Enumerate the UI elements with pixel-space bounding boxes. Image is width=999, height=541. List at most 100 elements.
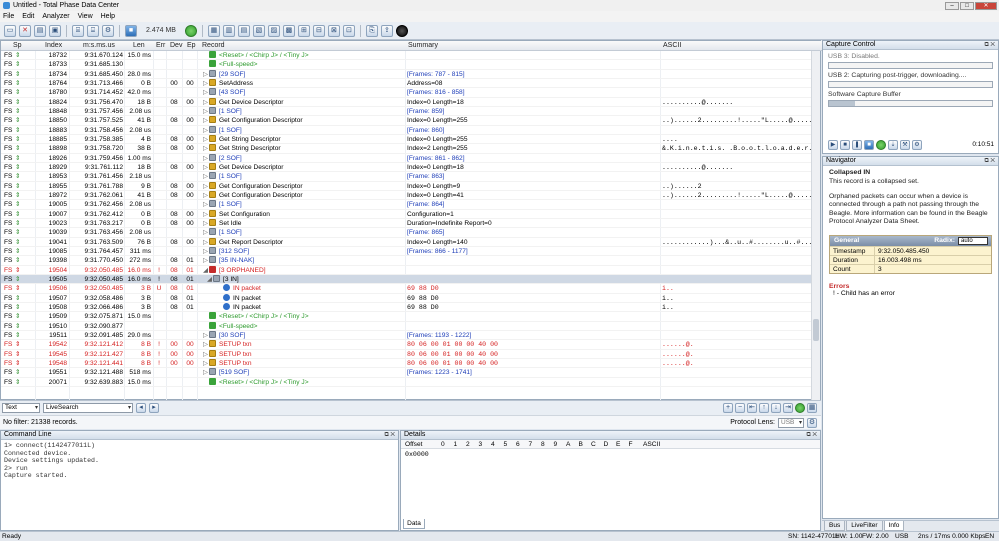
buffer-icon[interactable]: ■	[125, 24, 137, 37]
panel-buttons-icon[interactable]: ⧉ ✕	[384, 431, 395, 439]
table-row[interactable]: FS 18926 9:31.759.456 1.00 ms ⇕ ▷ [2 SOF] [Fram…	[1, 153, 812, 163]
livesearch-input[interactable]: LiveSearch	[43, 403, 133, 413]
config-icon[interactable]: ⌹	[87, 24, 99, 37]
menu-help[interactable]: Help	[101, 13, 115, 20]
export-icon[interactable]: ⇪	[380, 24, 393, 37]
first-icon[interactable]: ⇤	[747, 403, 757, 413]
tab-data[interactable]: Data	[403, 519, 425, 529]
open-icon[interactable]: ▤	[34, 24, 46, 37]
table-scrollbar[interactable]	[811, 51, 820, 401]
table-row[interactable]: FS 19506 9:32.050.485 3 B U 08 01 ⇕ IN packet 69 …	[1, 284, 812, 294]
table-row[interactable]: FS 18850 9:31.757.525 41 B 08 00 ⇕ ▷ Get Configu…	[1, 116, 812, 126]
collapse-icon[interactable]: −	[735, 403, 745, 413]
tab-bus[interactable]: Bus	[824, 521, 846, 531]
menu-file[interactable]: File	[3, 13, 14, 20]
scroll-thumb[interactable]	[813, 319, 819, 341]
panel-buttons-icon[interactable]: ⧉ ✕	[806, 431, 817, 439]
tools-icon[interactable]: ⚒	[900, 140, 910, 150]
device-icon[interactable]: ⌸	[72, 24, 84, 37]
protocol-lens-select[interactable]: USB	[778, 417, 804, 428]
table-row[interactable]: FS 18883 9:31.758.456 2.08 us ⇕ ▷ [1 SOF] [Fram…	[1, 125, 812, 135]
table-row[interactable]: FS 18929 9:31.761.112 18 B 08 00 ⇕ ▷ Get Device …	[1, 162, 812, 173]
expand-icon[interactable]: +	[723, 403, 733, 413]
sync-icon[interactable]	[795, 403, 805, 413]
table-row[interactable]: FS 18953 9:31.761.456 2.18 us ⇕ ▷ [1 SOF] [Fram…	[1, 172, 812, 182]
new-icon[interactable]: ▭	[4, 24, 16, 37]
table-row[interactable]: FS 18898 9:31.758.720 38 B 08 00 ⇕ ▷ Get String …	[1, 144, 812, 154]
menu-view[interactable]: View	[78, 13, 93, 20]
close-button[interactable]: ✕	[975, 1, 997, 10]
col-len[interactable]: Len	[133, 42, 145, 49]
table-row[interactable]: FS 19510 9:32.090.877 ⇕ <Full-speed>	[1, 321, 812, 331]
radix-select[interactable]: auto	[958, 237, 988, 246]
next-icon[interactable]: ↓	[771, 403, 781, 413]
col-err[interactable]: Err	[156, 42, 165, 49]
table-row[interactable]: FS 18885 9:31.758.385 4 B 08 00 ⇕ ▷ Get String D…	[1, 134, 812, 145]
table-row[interactable]: FS 19542 9:32.121.412 8 B! 00 00 ⇕ ▷ SETUP txn 80…	[1, 340, 812, 350]
table-row[interactable]: FS 19039 9:31.763.456 2.08 us ⇕ ▷ [1 SOF] [Fram…	[1, 228, 812, 238]
table-row[interactable]: FS 19398 9:31.770.450 272 ms 08 01 ⇕ ▷ [35 IN-NA…	[1, 256, 812, 266]
tab-info[interactable]: Info	[883, 521, 905, 531]
table-row[interactable]: FS 18733 9:31.685.130 ⇕ <Full-speed>	[1, 60, 812, 70]
menu-edit[interactable]: Edit	[22, 13, 34, 20]
table-row[interactable]: FS 18734 9:31.685.450 28.0 ms ⇕ ▷ [29 SOF] [Fra…	[1, 69, 812, 79]
table-row[interactable]: FS 19511 9:32.091.485 29.0 ms ⇕ ▷ [30 SOF] [Fra…	[1, 330, 812, 341]
table-row[interactable]: FS 19509 9:32.075.871 15.0 ms ⇕ <Reset> / <Ch…	[1, 312, 812, 322]
lens-settings-icon[interactable]: ⚙	[807, 417, 817, 428]
copy-icon[interactable]: ⎘	[365, 24, 378, 37]
minimize-button[interactable]: –	[945, 1, 959, 10]
menu-analyzer[interactable]: Analyzer	[42, 13, 69, 20]
command-output[interactable]: 1> connect(1142477011L) Connected device…	[1, 440, 398, 482]
last-icon[interactable]: ⇥	[783, 403, 793, 413]
table-row[interactable]: FS 19023 9:31.763.217 0 B 08 00 ⇕ ▷ Set Idle Dura…	[1, 218, 812, 229]
record-icon[interactable]: ■	[864, 140, 874, 150]
table-row[interactable]: FS 19005 9:31.762.456 2.08 us ⇕ ▷ [1 SOF] [Fram…	[1, 200, 812, 210]
close-file-icon[interactable]: ✕	[19, 24, 31, 37]
table-row[interactable]: FS 18848 9:31.757.456 2.08 us ⇕ ▷ [1 SOF] [Fram…	[1, 106, 812, 117]
table-row[interactable]: FS 20071 9:32.639.883 15.0 ms ⇕ <Reset> / <Ch…	[1, 377, 812, 387]
play-icon[interactable]: ▶	[828, 140, 838, 150]
pause-icon[interactable]: ❚	[852, 140, 862, 150]
col-summary[interactable]: Summary	[408, 42, 438, 49]
download-icon[interactable]: ⇣	[888, 140, 898, 150]
save-icon[interactable]: ▣	[49, 24, 61, 37]
maximize-button[interactable]: □	[960, 1, 974, 10]
options-icon[interactable]: ▦	[807, 403, 817, 413]
table-row[interactable]: FS 18732 9:31.670.124 15.0 ms ⇕ <Reset> / <Ch…	[1, 51, 812, 61]
table-row[interactable]: FS 19548 9:32.121.441 8 B! 00 00 ⇕ ▷ SETUP txn 80…	[1, 358, 812, 369]
config-icon[interactable]: ⚙	[912, 140, 922, 150]
view-4-icon[interactable]: ▧	[252, 24, 265, 37]
table-row[interactable]: FS 18955 9:31.761.788 9 B 08 00 ⇕ ▷ Get Configur…	[1, 181, 812, 191]
record-rows[interactable]: FS 18732 9:31.670.124 15.0 ms ⇕ <Reset> / <Ch…	[1, 51, 812, 401]
panel-buttons-icon[interactable]: ⧉ ✕	[984, 41, 995, 49]
table-row[interactable]: FS 19505 9:32.050.485 16.0 ms! 08 01 ⇕ ◢ [3 IN]	[1, 274, 812, 285]
col-sp[interactable]: Sp	[13, 42, 22, 49]
view-1-icon[interactable]: ▦	[207, 24, 220, 37]
table-row[interactable]: FS 19041 9:31.763.509 76 B 08 00 ⇕ ▷ Get Report …	[1, 237, 812, 247]
col-time[interactable]: m:s.ms.us	[83, 42, 115, 49]
table-row[interactable]: FS 19085 9:31.764.457 311 ms ⇕ ▷ [312 SOF] [Fra…	[1, 246, 812, 257]
view-5-icon[interactable]: ▨	[267, 24, 280, 37]
stop-icon[interactable]: ■	[840, 140, 850, 150]
col-ep[interactable]: Ep	[187, 42, 196, 49]
view-10-icon[interactable]: ⊡	[342, 24, 355, 37]
bomb-icon[interactable]	[395, 24, 408, 37]
trigger-icon[interactable]	[876, 140, 886, 150]
table-row[interactable]: FS 19507 9:32.058.486 3 B 08 01 ⇕ IN packet 69 8…	[1, 293, 812, 303]
table-row[interactable]: FS 18824 9:31.756.470 18 B 08 00 ⇕ ▷ Get Device …	[1, 97, 812, 107]
view-2-icon[interactable]: ▥	[222, 24, 235, 37]
view-9-icon[interactable]: ⊠	[327, 24, 340, 37]
view-6-icon[interactable]: ▩	[282, 24, 295, 37]
col-dev[interactable]: Dev	[170, 42, 182, 49]
table-row[interactable]: FS 19545 9:32.121.427 8 B! 00 00 ⇕ ▷ SETUP txn 80…	[1, 349, 812, 359]
col-index[interactable]: Index	[45, 42, 62, 49]
view-3-icon[interactable]: ▤	[237, 24, 250, 37]
search-prev-icon[interactable]: ◂	[136, 403, 146, 413]
filter-mode-select[interactable]: Text	[2, 403, 40, 413]
table-row[interactable]: FS 18764 9:31.713.466 0 B 00 00 ⇕ ▷ SetAddress Ad…	[1, 78, 812, 89]
settings-icon[interactable]: ⚙	[102, 24, 114, 37]
table-row[interactable]: FS 19007 9:31.762.412 0 B 08 00 ⇕ ▷ Set Configur…	[1, 209, 812, 219]
table-row[interactable]: FS 19551 9:32.121.488 518 ms ⇕ ▷ [519 SOF] [Fra…	[1, 368, 812, 378]
search-next-icon[interactable]: ▸	[149, 403, 159, 413]
col-record[interactable]: Record	[202, 42, 225, 49]
